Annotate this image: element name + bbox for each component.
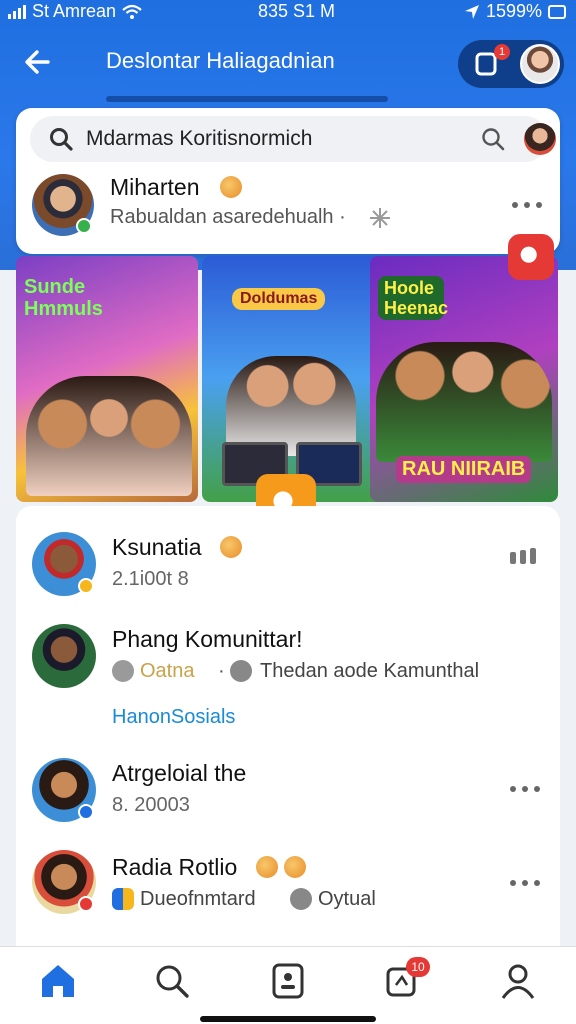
search-card: Miharten Rabualdan asaredehualh · <box>16 108 560 254</box>
contact-list: Ksunatia 2.1i00t 8 Phang Komunittar! Oat… <box>16 506 560 966</box>
list-item[interactable]: Ksunatia 2.1i00t 8 <box>16 506 560 606</box>
home-indicator <box>200 1016 376 1022</box>
profile-avatar[interactable] <box>520 44 560 84</box>
tile-footer: RAU NIIRAIB <box>396 456 532 483</box>
featured-tile[interactable]: Hoole Heenac RAU NIIRAIB <box>370 256 558 502</box>
status-bar: St Amrean 835 S1 M 1599% <box>0 0 576 26</box>
header-actions: 1 <box>458 40 564 88</box>
share-icon <box>230 660 252 682</box>
verified-badge <box>78 896 94 912</box>
contact-name: Atrgeloial the <box>112 760 247 786</box>
bottom-tab-bar: 10 <box>0 946 576 1024</box>
sparkle-icon <box>370 208 390 228</box>
emoji-badge <box>284 856 306 878</box>
list-item[interactable]: Phang Komunittar! Oatna · Thedan aode Ka… <box>16 606 560 740</box>
profile-card-icon[interactable] <box>268 961 308 1001</box>
location-arrow-icon <box>464 4 479 19</box>
emoji-badge <box>256 856 278 878</box>
share-icon <box>290 888 312 910</box>
contact-name: Phang Komunittar! <box>112 626 303 652</box>
battery-icon <box>548 4 566 19</box>
tile-caption: Hoole Heenac <box>378 276 448 320</box>
header-divider <box>106 96 388 102</box>
contact-subtitle: 8. 20003 <box>112 794 190 816</box>
back-arrow-icon[interactable] <box>20 44 56 80</box>
contact-subtitle: 2.1i00t 8 <box>112 568 189 590</box>
contact-tag: Dueofnmtard <box>140 888 256 910</box>
contact-name: Radia Rotlio <box>112 854 238 880</box>
contact-name: Ksunatia <box>112 534 202 560</box>
verified-badge <box>78 804 94 820</box>
wifi-icon <box>122 4 142 19</box>
battery-percent: 1599% <box>485 1 542 21</box>
clock: 835 S1 M <box>258 1 336 21</box>
contact-subtitle: Rabualdan asaredehualh · <box>110 206 346 228</box>
notification-badge: 1 <box>494 44 510 60</box>
search-input[interactable] <box>86 122 416 156</box>
list-item[interactable]: Atrgeloial the 8. 20003 <box>16 740 560 840</box>
search-avatar[interactable] <box>524 123 556 155</box>
list-item[interactable]: Radia Rotlio Dueofnmtard Oytual <box>16 840 560 940</box>
search-submit-icon[interactable] <box>480 126 506 152</box>
search-icon <box>50 128 73 151</box>
contact-subtitle: Oytual <box>318 888 376 910</box>
tag-icon <box>112 660 134 682</box>
contact-tag: Oatna <box>140 660 195 682</box>
search-field <box>30 116 556 162</box>
featured-tile[interactable]: Sunde Hmmuls <box>16 256 198 502</box>
verified-badge <box>78 578 94 594</box>
featured-tiles: Sunde Hmmuls Doldumas Hoole Heenac RAU N… <box>16 234 560 534</box>
contact-subtitle: Thedan aode Kamunthal <box>260 660 480 682</box>
carrier-label: St Amrean <box>32 1 117 21</box>
game-cube-icon <box>508 234 554 280</box>
emoji-badge <box>220 536 242 558</box>
search-tab-icon[interactable] <box>152 961 192 1001</box>
signal-bars-icon[interactable] <box>510 548 540 564</box>
home-icon[interactable] <box>38 961 78 1001</box>
separator: · <box>218 660 225 682</box>
more-options-button[interactable] <box>510 786 540 794</box>
tile-caption: Sunde Hmmuls <box>24 276 103 320</box>
tile-caption: Doldumas <box>232 288 326 310</box>
signal-icon <box>8 4 26 19</box>
account-icon[interactable] <box>498 961 538 1001</box>
more-options-button[interactable] <box>510 880 540 888</box>
games-badge: 10 <box>406 957 430 977</box>
contact-name: Miharten <box>110 174 200 200</box>
more-options-button[interactable] <box>512 202 542 210</box>
tag-icon <box>112 888 134 910</box>
featured-tile[interactable]: Doldumas <box>202 256 384 502</box>
community-link[interactable]: HanonSosials <box>112 706 235 729</box>
avatar <box>32 624 96 688</box>
page-title: Deslontar Haliagadnian <box>106 48 335 73</box>
verified-badge <box>76 218 92 234</box>
top-bar: Deslontar Haliagadnian 1 <box>0 34 576 90</box>
emoji-badge <box>220 176 242 198</box>
